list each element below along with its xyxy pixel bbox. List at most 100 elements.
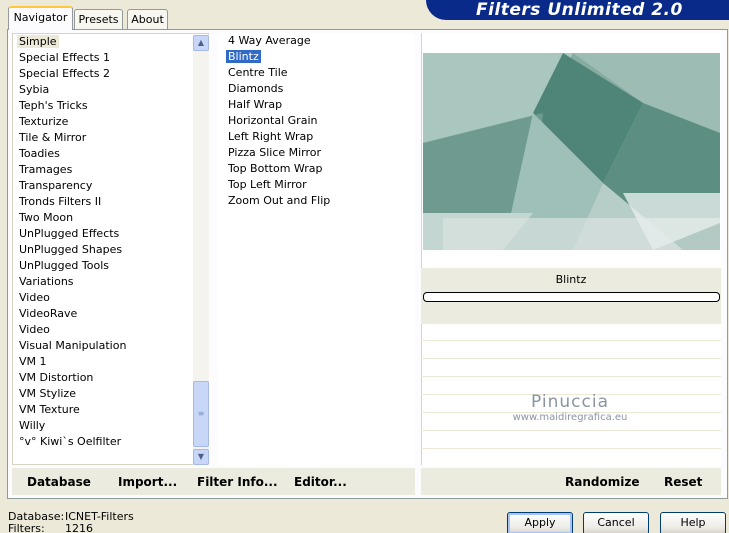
filter-list[interactable]: 4 Way Average Blintz Centre Tile Diamonds Ha… [217,33,415,465]
category-item-label: Two Moon [19,211,74,224]
category-item-label: VM Distortion [19,371,94,384]
filter-item-label: Left Right Wrap [228,130,314,143]
filter-item[interactable]: Diamonds [217,81,415,97]
help-button[interactable]: Help [660,512,726,533]
randomize-button[interactable]: Randomize [565,475,639,489]
category-item-label: VM 1 [19,355,47,368]
category-item-label: Toadies [19,147,60,160]
preview-image [423,53,720,250]
scroll-grip-icon: ≡ [197,409,205,418]
control-slot-divider [421,340,721,341]
category-item-label: Special Effects 1 [19,51,111,64]
category-item[interactable]: Tronds Filters II [13,194,208,210]
scroll-thumb[interactable]: ≡ [193,381,209,447]
filter-info-button[interactable]: Filter Info... [197,475,278,489]
watermark-text: Pinuccia [531,392,609,412]
filter-item-label: Top Left Mirror [228,178,307,191]
category-item[interactable]: Simple [13,34,208,50]
scroll-up-icon[interactable]: ▲ [193,35,209,51]
app-title-banner: Filters Unlimited 2.0 [426,0,729,20]
category-item[interactable]: Sybia [13,82,208,98]
category-item[interactable]: VM Texture [13,402,208,418]
category-item-label: VM Stylize [19,387,76,400]
category-item[interactable]: UnPlugged Effects [13,226,208,242]
watermark-url: www.maidiregrafica.eu [512,412,628,423]
control-slot-divider [421,430,721,431]
category-item[interactable]: °v° Kiwi`s Oelfilter [13,434,208,450]
category-item[interactable]: VideoRave [13,306,208,322]
category-item-label: Transparency [19,179,93,192]
filter-item-label: 4 Way Average [228,34,311,47]
category-item-label: Tramages [19,163,73,176]
category-item[interactable]: Two Moon [13,210,208,226]
filter-item[interactable]: Horizontal Grain [217,113,415,129]
category-item[interactable]: Willy [13,418,208,434]
filter-item[interactable]: Half Wrap [217,97,415,113]
category-item-label: Video [19,291,50,304]
category-item-label: VideoRave [19,307,78,320]
category-item[interactable]: Texturize [13,114,208,130]
category-item[interactable]: VM Stylize [13,386,208,402]
selected-filter-name: Blintz [555,273,587,286]
import-button[interactable]: Import... [118,475,177,489]
category-item-label: Variations [19,275,74,288]
filter-item[interactable]: Pizza Slice Mirror [217,145,415,161]
category-item-label: UnPlugged Tools [19,259,109,272]
category-item-label: Tronds Filters II [19,195,102,208]
category-item-label: UnPlugged Shapes [19,243,123,256]
filter-item[interactable]: Centre Tile [217,65,415,81]
filter-item[interactable]: 4 Way Average [217,33,415,49]
category-item[interactable]: Special Effects 2 [13,66,208,82]
category-item-label: Teph's Tricks [19,99,88,112]
apply-button[interactable]: Apply [507,512,573,533]
scroll-down-icon[interactable]: ▼ [193,449,209,465]
category-item[interactable]: UnPlugged Shapes [13,242,208,258]
filter-item[interactable]: Top Bottom Wrap [217,161,415,177]
editor-button[interactable]: Editor... [294,475,347,489]
control-slot-divider [421,358,721,359]
filter-item-label: Half Wrap [228,98,283,111]
category-item[interactable]: Toadies [13,146,208,162]
category-item[interactable]: UnPlugged Tools [13,258,208,274]
category-item[interactable]: Tile & Mirror [13,130,208,146]
filter-item-label: Pizza Slice Mirror [228,146,322,159]
filter-item[interactable]: Top Left Mirror [217,177,415,193]
category-item[interactable]: Special Effects 1 [13,50,208,66]
category-item[interactable]: Teph's Tricks [13,98,208,114]
filter-item-label: Horizontal Grain [228,114,318,127]
category-item[interactable]: Video [13,290,208,306]
category-item-label: Sybia [19,83,50,96]
reset-button[interactable]: Reset [664,475,702,489]
filters-info: Filters: 1216 [8,522,93,533]
category-item[interactable]: VM 1 [13,354,208,370]
filter-item[interactable]: Zoom Out and Flip [217,193,415,209]
database-button[interactable]: Database [27,475,91,489]
category-item-label: Video [19,323,50,336]
tab-navigator[interactable]: Navigator [8,6,73,30]
filter-item[interactable]: Left Right Wrap [217,129,415,145]
category-item[interactable]: Transparency [13,178,208,194]
category-item-label: Tile & Mirror [19,131,87,144]
tab-presets[interactable]: Presets [74,9,123,30]
category-scrollbar[interactable]: ▲ ≡ ▼ [193,35,209,465]
preview-graphic [423,53,720,250]
filter-item-label: Centre Tile [228,66,288,79]
filter-item-label: Blintz [226,50,261,63]
category-item-label: °v° Kiwi`s Oelfilter [19,435,122,448]
filter-item-label: Top Bottom Wrap [228,162,323,175]
category-item-label: UnPlugged Effects [19,227,120,240]
cancel-button[interactable]: Cancel [583,512,649,533]
filter-item-label: Zoom Out and Flip [228,194,331,207]
filters-info-value: 1216 [65,522,93,533]
filter-item[interactable]: Blintz [217,49,415,65]
category-item[interactable]: Video [13,322,208,338]
category-item[interactable]: Visual Manipulation [13,338,208,354]
tab-about[interactable]: About [127,9,168,30]
category-item-label: Willy [19,419,46,432]
category-item[interactable]: VM Distortion [13,370,208,386]
category-item-label: Visual Manipulation [19,339,127,352]
category-item-label: Special Effects 2 [19,67,111,80]
category-item[interactable]: Variations [13,274,208,290]
category-list[interactable]: Simple Special Effects 1 Special Effects 2… [12,33,209,465]
category-item[interactable]: Tramages [13,162,208,178]
